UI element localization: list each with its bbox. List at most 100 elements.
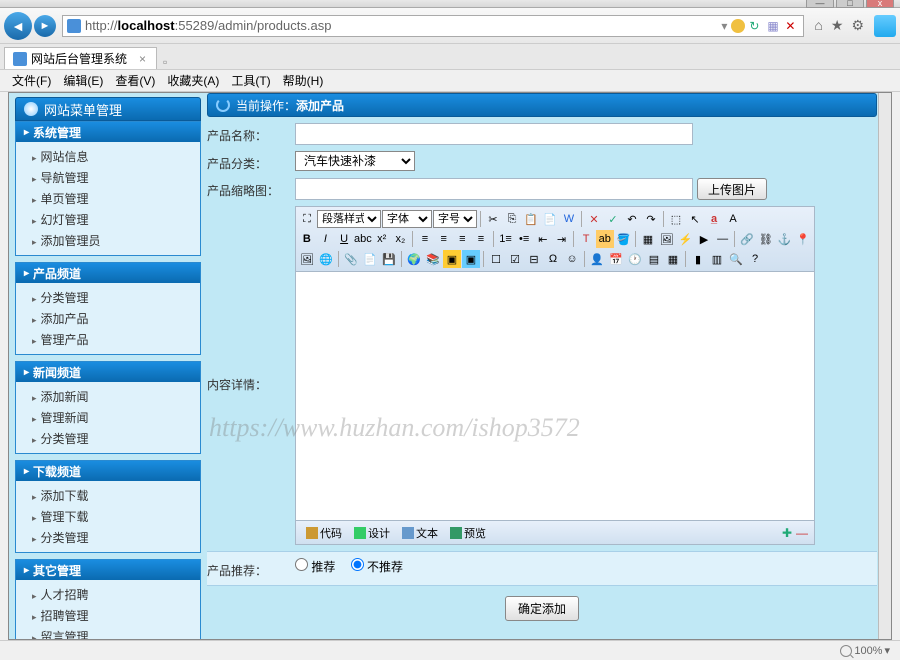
template-icon[interactable]: ▤: [645, 250, 663, 268]
remote-image-icon[interactable]: 🌐: [317, 250, 335, 268]
sidebar-group-header[interactable]: 其它管理: [16, 560, 200, 580]
sidebar-group-header[interactable]: 下载频道: [16, 461, 200, 481]
product-name-input[interactable]: [295, 123, 693, 145]
minimize-button[interactable]: —: [806, 0, 834, 8]
globe-icon[interactable]: 🌍: [405, 250, 423, 268]
help-icon[interactable]: ?: [746, 250, 764, 268]
menu-edit[interactable]: 编辑(E): [57, 72, 109, 89]
sidebar-group-header[interactable]: 产品频道: [16, 263, 200, 283]
link-icon[interactable]: 🔗: [738, 230, 756, 248]
file-icon[interactable]: 📄: [361, 250, 379, 268]
submit-button[interactable]: 确定添加: [505, 596, 579, 621]
sidebar-item[interactable]: 管理下载: [22, 506, 194, 527]
sidebar-item[interactable]: 分类管理: [22, 527, 194, 548]
fullscreen-icon[interactable]: ⛶: [298, 210, 316, 228]
editor-tab-code[interactable]: 代码: [300, 523, 348, 543]
back-button[interactable]: ◄: [4, 12, 32, 40]
sidebar-item[interactable]: 添加下载: [22, 485, 194, 506]
paragraph-style-select[interactable]: 段落样式: [317, 210, 381, 228]
sidebar-item[interactable]: 网站信息: [22, 146, 194, 167]
media-icon[interactable]: ▶: [695, 230, 713, 248]
clear-format-icon[interactable]: A: [724, 210, 742, 228]
tools-icon[interactable]: ⚙: [851, 17, 864, 34]
align-right-icon[interactable]: ≡: [453, 230, 471, 248]
redo2-icon[interactable]: ↷: [642, 210, 660, 228]
editor-expand-icon[interactable]: ✚: [780, 526, 794, 540]
menu-tools[interactable]: 工具(T): [225, 72, 276, 89]
close-window-button[interactable]: x: [866, 0, 894, 8]
cut-icon[interactable]: ✂: [484, 210, 502, 228]
library-icon[interactable]: 📚: [424, 250, 442, 268]
sidebar-item[interactable]: 添加管理员: [22, 230, 194, 251]
layout-icon[interactable]: ▦: [664, 250, 682, 268]
pointer-icon[interactable]: ↖: [686, 210, 704, 228]
select-icon[interactable]: ⬚: [667, 210, 685, 228]
menu-view[interactable]: 查看(V): [109, 72, 161, 89]
sidebar-item[interactable]: 留言管理: [22, 626, 194, 639]
form-icon[interactable]: ☐: [487, 250, 505, 268]
layers-icon[interactable]: ▥: [708, 250, 726, 268]
browser-tab[interactable]: 网站后台管理系统 ×: [4, 47, 157, 69]
table-icon[interactable]: ▦: [639, 230, 657, 248]
smiley-icon[interactable]: ☺: [563, 250, 581, 268]
refresh-crumb-icon[interactable]: [216, 98, 230, 112]
zoom-icon[interactable]: [840, 645, 852, 657]
sidebar-group-header[interactable]: 系统管理: [16, 122, 200, 142]
sidebar-item[interactable]: 分类管理: [22, 287, 194, 308]
sidebar-item[interactable]: 人才招聘: [22, 584, 194, 605]
menu-favorites[interactable]: 收藏夹(A): [161, 72, 225, 89]
align-center-icon[interactable]: ≡: [435, 230, 453, 248]
bg-color-icon[interactable]: ab: [596, 230, 614, 248]
sidebar-item[interactable]: 单页管理: [22, 188, 194, 209]
list-ul-icon[interactable]: •≡: [515, 230, 533, 248]
delete-icon[interactable]: ✕: [585, 210, 603, 228]
sidebar-item[interactable]: 导航管理: [22, 167, 194, 188]
underline-icon[interactable]: U: [335, 230, 353, 248]
undo-icon[interactable]: ✓: [604, 210, 622, 228]
italic-icon[interactable]: I: [317, 230, 335, 248]
widget2-icon[interactable]: ▣: [462, 250, 480, 268]
text-color-icon[interactable]: T: [577, 230, 595, 248]
sidebar-item[interactable]: 管理新闻: [22, 407, 194, 428]
editor-tab-preview[interactable]: 预览: [444, 523, 492, 543]
security-warn-icon[interactable]: [731, 19, 745, 33]
bold-icon[interactable]: B: [298, 230, 316, 248]
indent-icon[interactable]: ⇥: [553, 230, 571, 248]
superscript-icon[interactable]: x²: [373, 230, 391, 248]
time-icon[interactable]: 🕐: [626, 250, 644, 268]
save-icon[interactable]: 💾: [380, 250, 398, 268]
zoom-level[interactable]: 100%: [854, 645, 882, 657]
sidebar-item[interactable]: 招聘管理: [22, 605, 194, 626]
attach-icon[interactable]: 📎: [342, 250, 360, 268]
maximize-button[interactable]: □: [836, 0, 864, 8]
block-icon[interactable]: ▮: [689, 250, 707, 268]
copy-icon[interactable]: ⎘: [503, 210, 521, 228]
anchor-icon[interactable]: ⚓: [776, 230, 794, 248]
date-icon[interactable]: 📅: [607, 250, 625, 268]
subscript-icon[interactable]: x₂: [392, 230, 410, 248]
map-icon[interactable]: 📍: [794, 230, 812, 248]
align-justify-icon[interactable]: ≡: [472, 230, 490, 248]
paste-word-icon[interactable]: W: [560, 210, 578, 228]
font-size-select[interactable]: 字号: [433, 210, 477, 228]
omega-icon[interactable]: Ω: [544, 250, 562, 268]
accelerator-icon[interactable]: [874, 15, 896, 37]
refresh-icon[interactable]: ↻: [749, 19, 763, 33]
checkbox-icon[interactable]: ☑: [506, 250, 524, 268]
stop-icon[interactable]: ✕: [785, 19, 799, 33]
sidebar-item[interactable]: 分类管理: [22, 428, 194, 449]
editor-tab-design[interactable]: 设计: [348, 523, 396, 543]
address-bar[interactable]: http://localhost:55289/admin/products.as…: [62, 15, 804, 37]
widget1-icon[interactable]: ▣: [443, 250, 461, 268]
home-icon[interactable]: ⌂: [814, 17, 822, 34]
sidebar-item[interactable]: 添加产品: [22, 308, 194, 329]
zoom-in-icon[interactable]: 🔍: [727, 250, 745, 268]
paste-icon[interactable]: 📋: [522, 210, 540, 228]
unlink-icon[interactable]: ⛓: [757, 230, 775, 248]
outdent-icon[interactable]: ⇤: [534, 230, 552, 248]
bucket-icon[interactable]: 🪣: [615, 230, 633, 248]
dropdown-icon[interactable]: ▾: [721, 19, 727, 33]
upload-image-button[interactable]: 上传图片: [697, 178, 767, 200]
image-insert-icon[interactable]: 🖼: [658, 230, 676, 248]
radio-recommend-yes[interactable]: 推荐: [295, 560, 335, 574]
